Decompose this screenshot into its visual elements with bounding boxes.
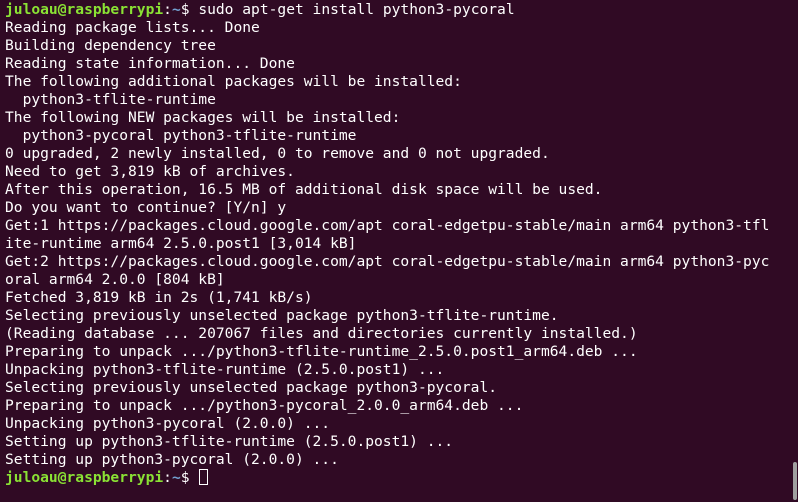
terminal-window[interactable]: juloau@raspberrypi:~$ sudo apt-get insta… xyxy=(0,0,798,502)
text-cursor xyxy=(199,469,209,485)
output-line: python3-pycoral python3-tflite-runtime xyxy=(5,127,357,144)
scrollbar[interactable] xyxy=(790,0,798,502)
prompt-separator: : xyxy=(163,469,172,486)
scrollbar-thumb[interactable] xyxy=(793,462,797,500)
output-line: 0 upgraded, 2 newly installed, 0 to remo… xyxy=(5,145,550,162)
terminal-output: Reading package lists... Done Building de… xyxy=(5,19,798,469)
output-line: Fetched 3,819 kB in 2s (1,741 kB/s) xyxy=(5,289,313,306)
output-line: Unpacking python3-tflite-runtime (2.5.0.… xyxy=(5,361,445,378)
command-line: juloau@raspberrypi:~$ sudo apt-get insta… xyxy=(5,1,798,19)
output-line: The following NEW packages will be insta… xyxy=(5,109,401,126)
output-line: The following additional packages will b… xyxy=(5,73,462,90)
prompt-separator: : xyxy=(163,1,172,18)
output-line: Setting up python3-tflite-runtime (2.5.0… xyxy=(5,433,454,450)
output-line: Reading state information... Done xyxy=(5,55,295,72)
output-line: Get:2 https://packages.cloud.google.com/… xyxy=(5,253,770,270)
output-line: (Reading database ... 207067 files and d… xyxy=(5,325,638,342)
command-text: sudo apt-get install python3-pycoral xyxy=(198,1,515,18)
output-line: Selecting previously unselected package … xyxy=(5,379,498,396)
output-line: ite-runtime arm64 2.5.0.post1 [3,014 kB] xyxy=(5,235,357,252)
output-line: Get:1 https://packages.cloud.google.com/… xyxy=(5,217,770,234)
output-line: Setting up python3-pycoral (2.0.0) ... xyxy=(5,451,339,468)
prompt-path: ~ xyxy=(171,469,181,486)
output-line: After this operation, 16.5 MB of additio… xyxy=(5,181,603,198)
output-line: Do you want to continue? [Y/n] y xyxy=(5,199,287,216)
prompt-symbol: $ xyxy=(180,1,199,18)
output-line: Preparing to unpack .../python3-pycoral_… xyxy=(5,397,524,414)
output-line: Building dependency tree xyxy=(5,37,216,54)
output-line: Reading package lists... Done xyxy=(5,19,260,36)
prompt-path: ~ xyxy=(171,1,181,18)
output-line: Need to get 3,819 kB of archives. xyxy=(5,163,295,180)
prompt-user-host: juloau@raspberrypi xyxy=(5,1,164,18)
output-line: Selecting previously unselected package … xyxy=(5,307,559,324)
output-line: Unpacking python3-pycoral (2.0.0) ... xyxy=(5,415,331,432)
active-prompt-line[interactable]: juloau@raspberrypi:~$ xyxy=(5,469,798,487)
output-line: Preparing to unpack .../python3-tflite-r… xyxy=(5,343,638,360)
prompt-user-host: juloau@raspberrypi xyxy=(5,469,164,486)
output-line: oral arm64 2.0.0 [804 kB] xyxy=(5,271,225,288)
output-line: python3-tflite-runtime xyxy=(5,91,216,108)
prompt-symbol: $ xyxy=(180,469,199,486)
